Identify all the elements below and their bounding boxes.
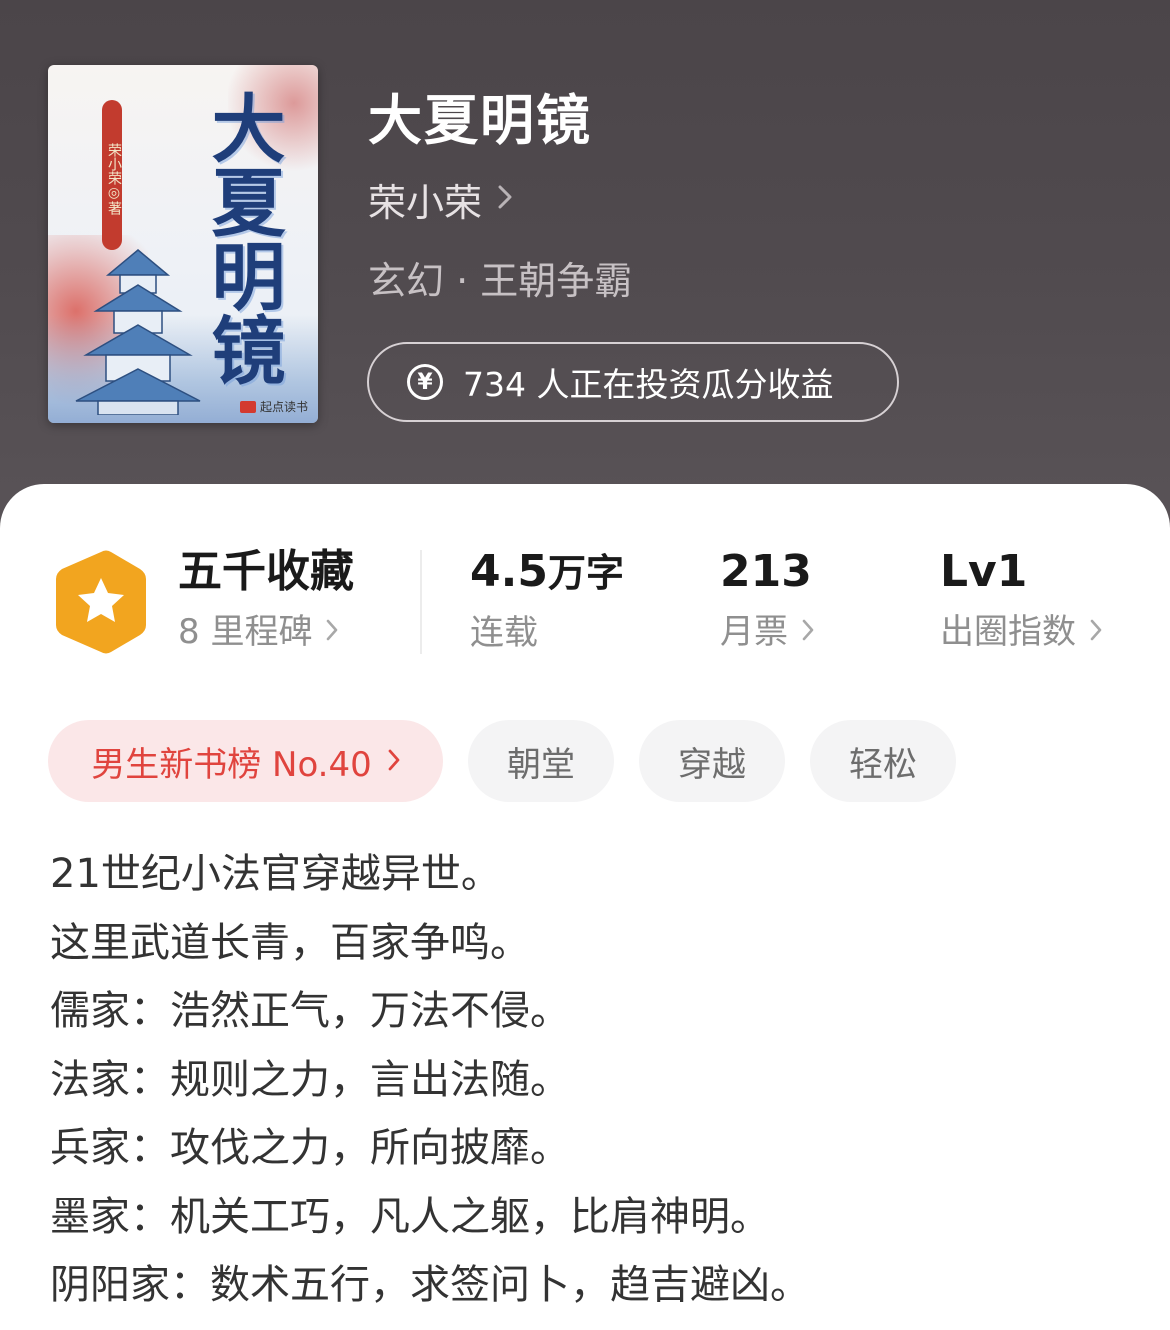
stat-influence-label-row: 出圈指数: [940, 610, 1102, 654]
invest-button[interactable]: ¥ 734 人正在投资瓜分收益: [367, 342, 899, 422]
book-description[interactable]: 21世纪小法官穿越异世。 这里武道长青，百家争鸣。 儒家：浩然正气，万法不侵。 …: [50, 840, 1130, 1320]
description-line: 兵家：攻伐之力，所向披靡。: [50, 1125, 570, 1171]
stat-words-value: 4.5万字: [470, 546, 624, 599]
stat-influence[interactable]: Lv1 出圈指数: [940, 546, 1102, 654]
description-line: 这里武道长青，百家争鸣。: [50, 919, 530, 966]
pagoda-illustration-icon: [75, 249, 201, 415]
stat-words-label: 连载: [470, 613, 538, 653]
stat-influence-label: 出圈指数: [940, 612, 1076, 652]
stat-words-number: 4.5: [470, 546, 548, 597]
tag-item[interactable]: 朝堂: [468, 720, 614, 802]
publisher-name: 起点读书: [259, 400, 308, 414]
book-cover[interactable]: 荣小荣◎著 大夏明镜 起点读书: [48, 65, 318, 423]
stat-collection[interactable]: 五千收藏 8 里程碑: [178, 546, 354, 654]
chevron-right-icon: [1090, 610, 1102, 654]
rank-tag-label: 男生新书榜 No.40: [91, 744, 372, 785]
star-hexagon-icon[interactable]: [52, 548, 150, 656]
book-genre: 玄幻 · 王朝争霸: [368, 259, 633, 303]
author-name: 荣小荣: [368, 181, 483, 225]
invest-text: 734 人正在投资瓜分收益: [463, 365, 834, 404]
yen-circle-icon: ¥: [407, 364, 443, 400]
stat-collection-label: 8 里程碑: [178, 612, 313, 652]
cover-publisher: 起点读书: [239, 398, 308, 415]
stat-collection-label-row: 8 里程碑: [178, 610, 354, 654]
description-line: 21世纪小法官穿越异世。: [50, 851, 501, 897]
tag-item[interactable]: 穿越: [639, 720, 785, 802]
chevron-right-icon: [802, 610, 814, 654]
chevron-right-icon: [326, 610, 338, 654]
stat-influence-value: Lv1: [940, 546, 1028, 597]
stat-collection-value: 五千收藏: [178, 546, 354, 597]
book-title: 大夏明镜: [368, 89, 592, 152]
publisher-logo-icon: [239, 400, 256, 413]
rank-tag[interactable]: 男生新书榜 No.40: [48, 720, 443, 802]
author-link[interactable]: 荣小荣: [368, 172, 512, 227]
description-line: 墨家：机关工巧，凡人之躯，比肩神明。: [50, 1193, 770, 1240]
cover-author-seal: 荣小荣◎著: [102, 100, 122, 250]
stat-monthly-tickets-value: 213: [720, 546, 812, 597]
stat-words-unit: 万字: [547, 551, 624, 595]
tag-item[interactable]: 轻松: [810, 720, 956, 802]
description-line: 法家：规则之力，言出法随。: [50, 1056, 570, 1103]
chevron-right-icon: [498, 182, 512, 217]
stat-monthly-tickets-label-row: 月票: [720, 610, 814, 654]
stat-monthly-tickets[interactable]: 213 月票: [720, 546, 814, 654]
stat-monthly-tickets-label: 月票: [720, 612, 788, 652]
description-line: 儒家：浩然正气，万法不侵。: [50, 988, 570, 1034]
chevron-right-icon: [388, 745, 400, 778]
stat-divider: [420, 550, 422, 654]
description-line: 阴阳家：数术五行，求签问卜，趋吉避凶。: [50, 1262, 810, 1308]
stat-words: 4.5万字 连载: [470, 546, 624, 655]
